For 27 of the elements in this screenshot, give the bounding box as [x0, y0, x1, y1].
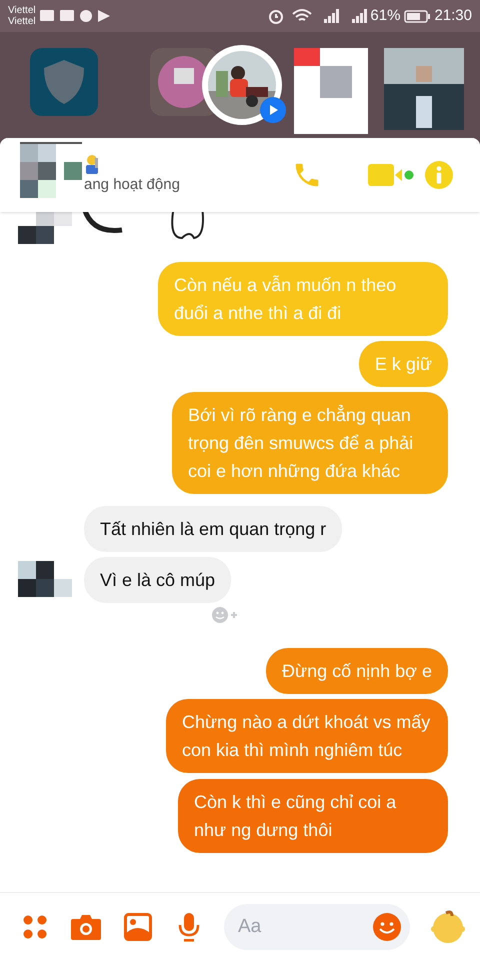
microphone-icon[interactable]: [178, 912, 200, 942]
carrier-name: Viettel: [8, 5, 36, 16]
received-message: Tất nhiên là em quan trọng r: [84, 506, 342, 552]
message-input[interactable]: Aa: [224, 904, 410, 950]
baby-emoji-icon[interactable]: [430, 910, 466, 944]
battery-percent: 61%: [370, 6, 400, 26]
menu-dots-icon[interactable]: [22, 914, 48, 940]
sent-message: Còn nếu a vẫn muốn n theo đuổi a nthe thì a đi đi: [158, 262, 448, 336]
clock-time: 21:30: [434, 6, 472, 26]
camera-icon[interactable]: [70, 912, 102, 940]
sender-avatar: [18, 561, 72, 597]
sent-message: Chừng nào a dứt khoát vs mấy con kia thì mình nghiêm túc: [166, 699, 448, 773]
active-status: ang hoạt động: [84, 174, 180, 195]
sent-message: E k giữ: [358, 341, 448, 387]
received-message: Vì e là cô múp: [84, 557, 232, 603]
carrier-name: Viettel: [8, 16, 36, 27]
battery-icon: [404, 10, 430, 22]
alarm-icon: [268, 8, 284, 24]
sent-message: Bới vì rõ ràng e chẳng quan trọng đên smuwcs để a phải coi e hơn những đứa khác: [172, 392, 448, 494]
emoji-icon[interactable]: [372, 912, 402, 942]
video-call-icon[interactable]: [368, 162, 414, 188]
sent-message: Còn k thì e cũng chỉ coi a như ng dưng thôi: [178, 779, 448, 853]
signal-icon: [352, 9, 368, 23]
signal-icon: [324, 9, 340, 23]
image-icon[interactable]: [124, 912, 152, 940]
sent-message: Đừng cố nịnh bợ e: [266, 648, 448, 694]
mechanic-emoji-icon: [84, 154, 100, 174]
